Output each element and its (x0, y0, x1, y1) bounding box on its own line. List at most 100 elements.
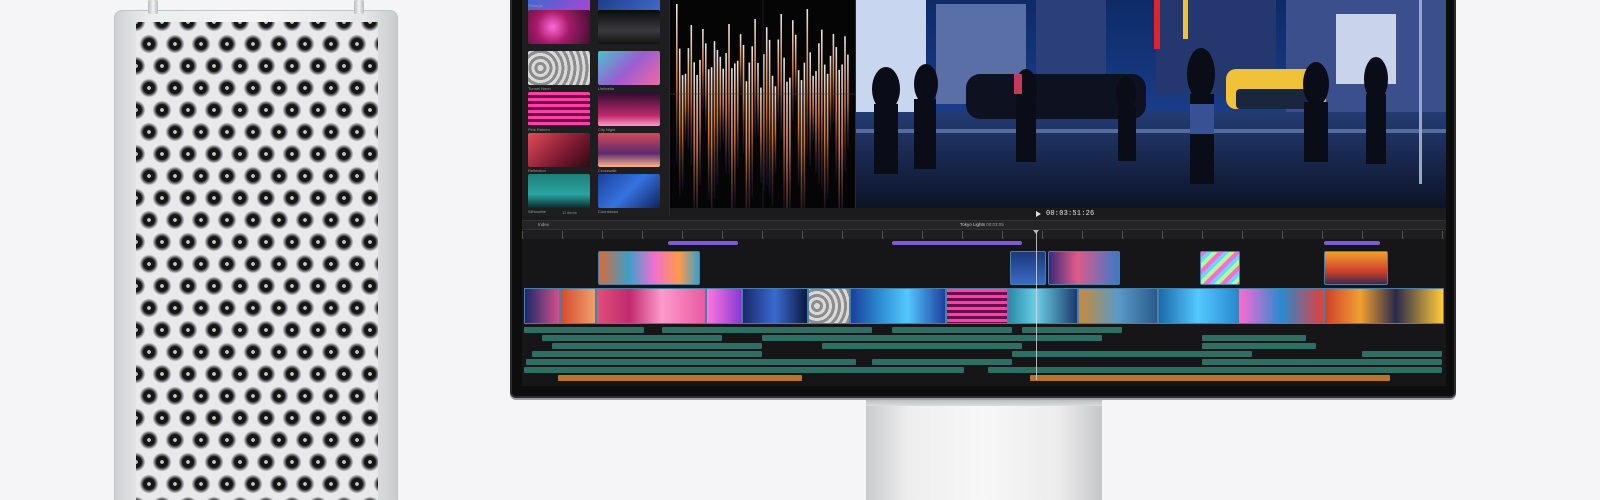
music-clip[interactable] (558, 375, 802, 381)
connected-clip[interactable] (1010, 251, 1046, 285)
title-clip[interactable] (892, 241, 1022, 245)
storyline-clip[interactable] (742, 288, 808, 324)
playhead[interactable] (1033, 230, 1039, 380)
connected-clip[interactable] (1200, 251, 1240, 285)
browser-clip-thumbnail[interactable] (598, 174, 660, 208)
audio-clip[interactable] (1202, 335, 1306, 341)
waveform-trace (739, 34, 742, 95)
storyline-clip[interactable] (850, 288, 946, 324)
waveform-trace (693, 62, 695, 216)
waveform-scope (670, 0, 855, 216)
project-duration: 00:03:05 (986, 222, 1004, 227)
connected-clip[interactable] (598, 251, 700, 285)
audio-clip[interactable] (822, 343, 1022, 349)
connected-clip[interactable] (1324, 251, 1388, 285)
title-clip[interactable] (668, 241, 738, 245)
storyline-clip[interactable] (706, 288, 742, 324)
project-name: Tokyo Lights (960, 222, 986, 227)
waveform-trace (696, 74, 698, 216)
audio-clip[interactable] (526, 359, 856, 365)
waveform-trace (771, 75, 774, 206)
play-icon[interactable] (1036, 211, 1041, 217)
audio-clip[interactable] (542, 335, 722, 341)
storyline-clip[interactable] (1008, 288, 1078, 324)
audio-clip[interactable] (1022, 327, 1122, 333)
audio-clip[interactable] (872, 359, 1012, 365)
waveform-trace (754, 19, 756, 139)
storyline-clip[interactable] (1078, 288, 1158, 324)
storyline-clip[interactable] (560, 288, 596, 324)
waveform-trace (760, 87, 762, 184)
storyline-clip[interactable] (1158, 288, 1238, 324)
waveform-trace (780, 14, 782, 141)
audio-clip[interactable] (1362, 351, 1442, 357)
index-button[interactable]: Index (538, 222, 549, 227)
waveform-trace (676, 4, 678, 164)
viewer-frame (856, 0, 1446, 216)
pro-display: Shibuya Tunnel Neon Umbrella Pink Ramen … (510, 0, 1456, 398)
browser-clip-thumbnail[interactable] (598, 133, 660, 167)
waveform-trace (838, 69, 840, 216)
storyline-clip[interactable] (596, 288, 706, 324)
storyline-clip[interactable] (524, 288, 560, 324)
browser-clip-thumbnail[interactable] (598, 92, 660, 126)
browser-clip-thumbnail[interactable] (528, 133, 590, 167)
browser-clip-thumbnail[interactable] (528, 92, 590, 126)
music-clip[interactable] (1030, 375, 1390, 381)
audio-clip[interactable] (988, 367, 1442, 373)
tower-handle-left (148, 0, 158, 14)
waveform-trace (841, 64, 843, 216)
audio-clip[interactable] (552, 343, 762, 349)
audio-clip[interactable] (892, 327, 1012, 333)
waveform-trace (821, 29, 823, 189)
browser-clip-thumbnail[interactable] (598, 51, 660, 85)
waveform-trace (765, 27, 768, 186)
storyline-clip[interactable] (1324, 288, 1444, 324)
waveform-trace (774, 86, 777, 174)
audio-clip[interactable] (1202, 359, 1442, 365)
audio-clip[interactable] (762, 335, 1102, 341)
storyline-clip[interactable] (1238, 288, 1324, 324)
browser-clip-label: Silhouette (528, 209, 546, 214)
browser-clip-thumbnail[interactable] (528, 10, 590, 44)
viewer-panel (856, 0, 1446, 216)
waveform-trace (722, 68, 724, 144)
waveform-trace (815, 71, 817, 174)
storyline-clip[interactable] (946, 288, 1008, 324)
browser-clip-label: City Night (598, 127, 616, 132)
audio-clip[interactable] (524, 327, 644, 333)
tower-handle-right (354, 0, 364, 14)
waveform-trace (716, 49, 719, 186)
display-stand (866, 396, 1102, 500)
playhead-timecode: 00:03:51:26 (1046, 210, 1095, 218)
audio-clip[interactable] (1012, 351, 1252, 357)
waveform-trace (806, 9, 809, 157)
waveform-trace (742, 44, 745, 154)
waveform-trace (835, 47, 838, 179)
audio-clip[interactable] (1202, 343, 1316, 349)
storyline-clip[interactable] (808, 288, 850, 324)
waveform-trace (751, 46, 753, 198)
browser-clip-thumbnail[interactable] (528, 174, 590, 208)
waveform-trace (757, 62, 759, 137)
waveform-trace (681, 75, 684, 190)
audio-clip[interactable] (662, 327, 872, 333)
waveform-trace (690, 25, 693, 166)
browser-panel: Shibuya Tunnel Neon Umbrella Pink Ramen … (522, 0, 670, 216)
audio-clip[interactable] (524, 367, 964, 373)
browser-clip-thumbnail[interactable] (528, 51, 590, 85)
audio-clip[interactable] (532, 351, 762, 357)
browser-clip-label: Pink Ramen (528, 127, 550, 132)
waveform-trace (731, 68, 733, 216)
waveform-trace (725, 53, 727, 174)
browser-clip-thumbnail[interactable] (598, 10, 660, 44)
waveform-trace (777, 39, 780, 122)
project-title: Tokyo Lights 00:03:05 (960, 222, 1004, 227)
waveform-trace (707, 69, 710, 201)
title-clip[interactable] (1324, 241, 1380, 245)
waveform-trace (792, 20, 794, 122)
browser-clip-label: Umbrella (598, 86, 615, 91)
waveform-trace (687, 48, 690, 150)
connected-clip[interactable] (1048, 251, 1120, 285)
waveform-trace (768, 39, 771, 196)
